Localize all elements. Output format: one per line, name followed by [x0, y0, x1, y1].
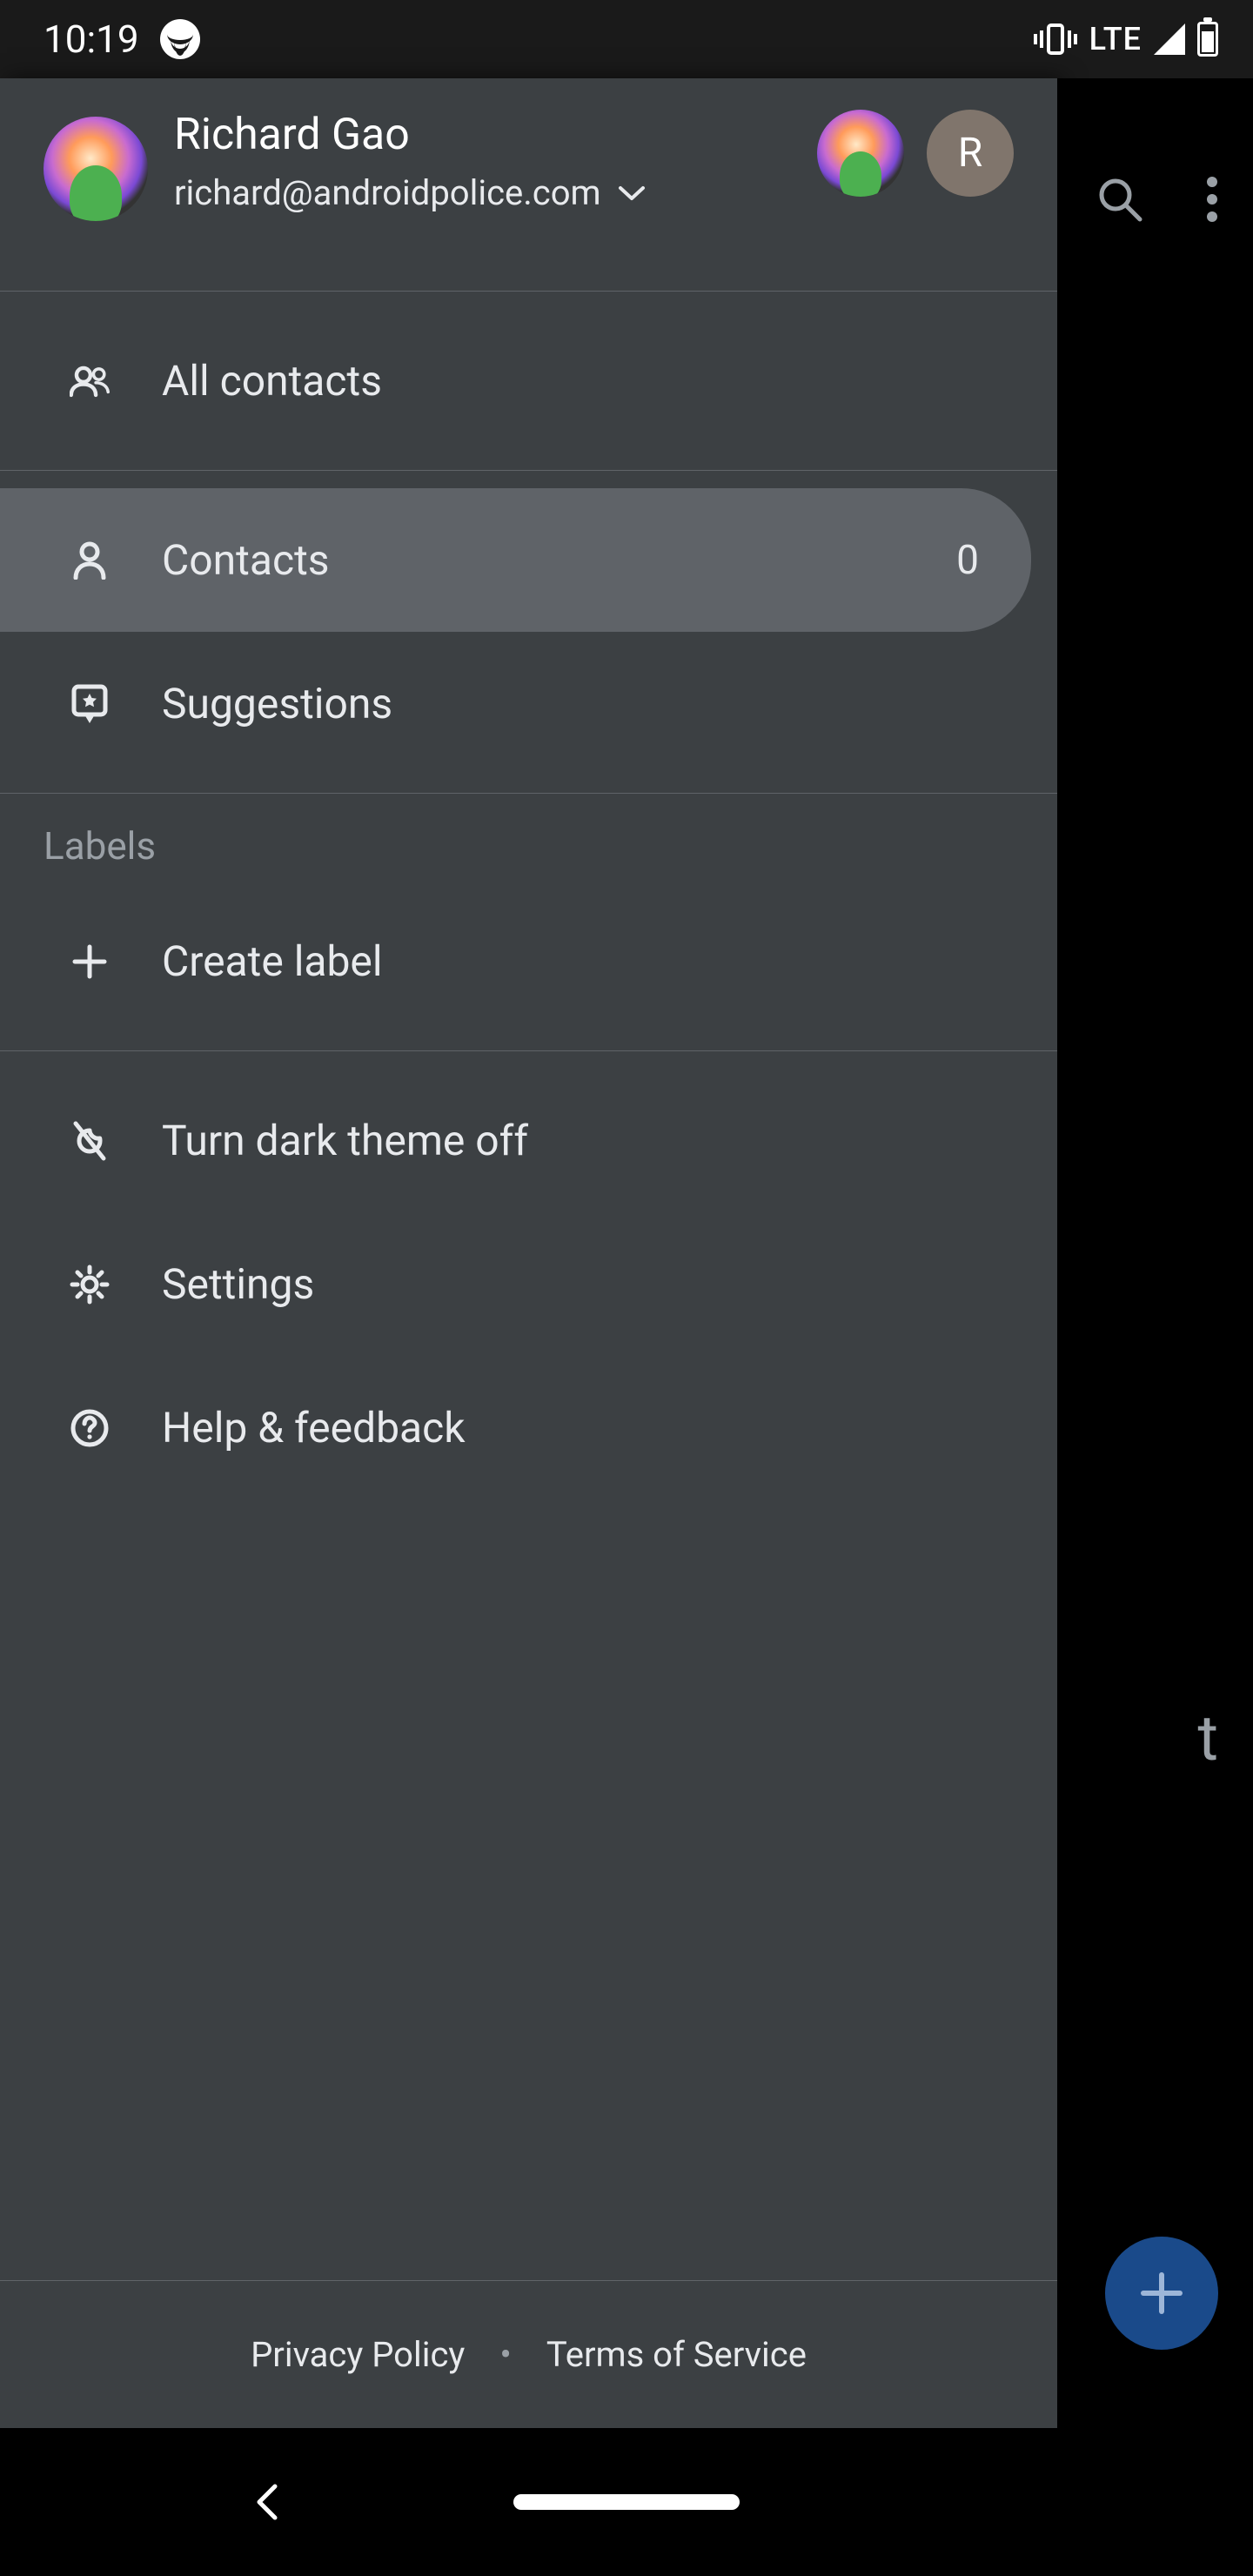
app-toolbar-actions	[1095, 174, 1218, 225]
drawer-item-label: Create label	[162, 936, 1031, 986]
drawer-item-label: Settings	[162, 1259, 1031, 1309]
network-type: LTE	[1089, 21, 1142, 57]
chevron-down-icon[interactable]	[617, 184, 647, 202]
people-icon	[70, 364, 110, 399]
drawer-item-label: All contacts	[162, 356, 1031, 406]
avatar-primary	[44, 117, 148, 221]
drawer-item-label: Suggestions	[162, 679, 953, 728]
search-icon[interactable]	[1095, 174, 1145, 225]
add-contact-fab[interactable]	[1105, 2237, 1218, 2350]
plus-icon	[1138, 2270, 1185, 2317]
footer-terms-link[interactable]: Terms of Service	[546, 2334, 807, 2375]
spotify-icon	[160, 19, 200, 59]
dark-theme-off-icon	[70, 1120, 110, 1162]
drawer-item-settings[interactable]: Settings	[0, 1212, 1057, 1356]
nav-home-pill[interactable]	[513, 2494, 740, 2510]
nav-drawer: Richard Gao richard@androidpolice.com R	[0, 78, 1057, 2428]
drawer-item-create-label[interactable]: Create label	[0, 889, 1057, 1033]
drawer-footer: Privacy Policy • Terms of Service	[0, 2280, 1057, 2428]
status-time: 10:19	[44, 17, 139, 62]
drawer-item-label: Contacts	[162, 535, 904, 585]
nav-back-icon[interactable]	[252, 2481, 282, 2523]
drawer-item-all-contacts[interactable]: All contacts	[0, 309, 1057, 453]
drawer-item-label: Help & feedback	[162, 1403, 1031, 1452]
more-icon[interactable]	[1206, 174, 1218, 225]
person-icon	[70, 541, 110, 580]
account-info: Richard Gao richard@androidpolice.com	[174, 104, 791, 213]
account-email: richard@androidpolice.com	[174, 172, 601, 213]
drawer-account-header[interactable]: Richard Gao richard@androidpolice.com R	[0, 78, 1057, 292]
status-left: 10:19	[44, 17, 200, 62]
drawer-item-dark-theme[interactable]: Turn dark theme off	[0, 1069, 1057, 1212]
background-partial-text: t	[1197, 1701, 1218, 1775]
signal-icon	[1154, 23, 1185, 55]
gear-icon	[70, 1265, 110, 1305]
drawer-item-suggestions[interactable]: Suggestions	[0, 632, 1057, 775]
avatar-letter[interactable]: R	[927, 110, 1014, 197]
battery-icon	[1197, 22, 1218, 57]
system-nav-bar	[0, 2428, 1253, 2576]
footer-privacy-link[interactable]: Privacy Policy	[251, 2334, 465, 2375]
vibrate-icon	[1034, 22, 1077, 57]
account-name: Richard Gao	[174, 110, 791, 160]
status-bar: 10:19 LTE	[0, 0, 1253, 78]
plus-icon	[70, 943, 110, 980]
status-right: LTE	[1034, 21, 1218, 57]
drawer-item-contacts[interactable]: Contacts 0	[0, 488, 1031, 632]
drawer-item-help[interactable]: Help & feedback	[0, 1356, 1057, 1499]
footer-separator: •	[499, 2334, 512, 2375]
help-icon	[70, 1408, 110, 1448]
contacts-count: 0	[956, 537, 979, 584]
avatar-secondary[interactable]	[817, 110, 904, 197]
account-switch-avatars: R	[817, 110, 1014, 197]
suggestions-icon	[70, 683, 110, 725]
drawer-item-label: Turn dark theme off	[162, 1116, 1031, 1165]
labels-heading: Labels	[0, 794, 1057, 889]
